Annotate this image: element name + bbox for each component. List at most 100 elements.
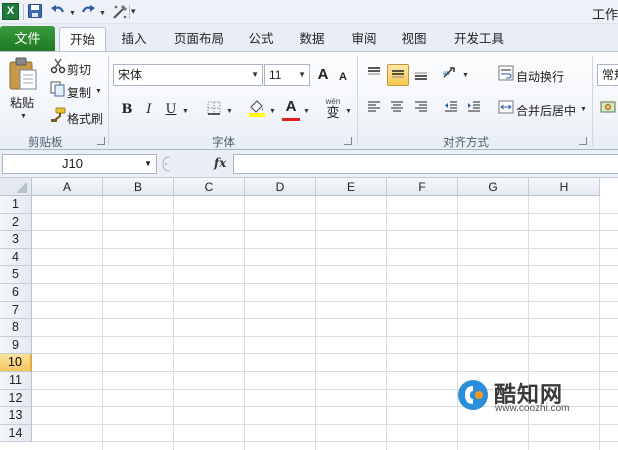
merge-center-icon[interactable] xyxy=(496,99,516,119)
paste-icon[interactable] xyxy=(6,56,40,92)
cut-icon[interactable] xyxy=(48,58,68,78)
font-launcher-icon[interactable] xyxy=(344,137,352,145)
align-middle-icon[interactable] xyxy=(387,64,409,86)
decrease-indent-icon[interactable] xyxy=(441,99,461,119)
accounting-format-icon[interactable] xyxy=(598,99,618,119)
borders-dropdown-icon[interactable]: ▼ xyxy=(226,108,233,115)
borders-icon[interactable] xyxy=(204,100,224,120)
align-left-icon[interactable] xyxy=(364,99,384,119)
redo-icon[interactable] xyxy=(80,3,96,20)
tab-view[interactable]: 视图 xyxy=(393,27,435,51)
row-header-14[interactable]: 14 xyxy=(0,424,32,443)
copy-icon[interactable] xyxy=(48,81,68,101)
font-name-dropdown-icon[interactable]: ▼ xyxy=(251,65,259,85)
gridline-horizontal xyxy=(32,283,618,284)
align-top-icon[interactable] xyxy=(364,65,384,85)
column-header-h[interactable]: H xyxy=(529,178,600,196)
gridline-vertical xyxy=(244,196,245,450)
customize-qat-dropdown-icon[interactable]: ▾ xyxy=(131,6,136,17)
row-header-6[interactable]: 6 xyxy=(0,284,32,302)
increase-indent-icon[interactable] xyxy=(464,99,484,119)
tab-formulas[interactable]: 公式 xyxy=(240,27,282,51)
grow-font-icon[interactable]: A xyxy=(313,65,333,85)
align-right-icon[interactable] xyxy=(411,99,431,119)
qat-separator xyxy=(129,5,130,19)
tab-developer[interactable]: 开发工具 xyxy=(446,27,512,51)
tab-data[interactable]: 数据 xyxy=(291,27,333,51)
copy-dropdown-icon[interactable]: ▼ xyxy=(95,88,102,95)
font-size-combo[interactable]: 11 ▼ xyxy=(264,64,310,86)
wrap-text-icon[interactable] xyxy=(496,65,516,85)
redo-dropdown-icon[interactable]: ▼ xyxy=(99,10,106,17)
shrink-font-icon[interactable]: A xyxy=(333,67,353,87)
tab-page-layout[interactable]: 页面布局 xyxy=(165,27,233,51)
column-header-c[interactable]: C xyxy=(174,178,245,196)
tab-file[interactable]: 文件 xyxy=(0,26,55,51)
alignment-launcher-icon[interactable] xyxy=(579,137,587,145)
copy-button[interactable]: 复制 xyxy=(67,84,91,101)
clipboard-launcher-icon[interactable] xyxy=(97,137,105,145)
select-all-corner[interactable] xyxy=(0,178,32,196)
fill-color-dropdown-icon[interactable]: ▼ xyxy=(269,108,276,115)
undo-icon[interactable] xyxy=(50,3,66,20)
align-center-icon[interactable] xyxy=(387,99,407,119)
paste-dropdown-icon[interactable]: ▼ xyxy=(20,113,27,120)
tab-review[interactable]: 审阅 xyxy=(343,27,385,51)
name-box-dropdown-icon[interactable]: ▼ xyxy=(144,155,152,173)
row-header-9[interactable]: 9 xyxy=(0,336,32,355)
orientation-dropdown-icon[interactable]: ▼ xyxy=(462,72,469,79)
name-box[interactable]: J10 ▼ xyxy=(2,154,157,174)
font-color-dropdown-icon[interactable]: ▼ xyxy=(303,108,310,115)
format-painter-icon[interactable] xyxy=(48,107,68,127)
tab-insert[interactable]: 插入 xyxy=(112,27,156,51)
column-header-d[interactable]: D xyxy=(245,178,316,196)
underline-button[interactable]: U xyxy=(161,100,181,120)
italic-button[interactable]: I xyxy=(139,100,159,120)
row-header-5[interactable]: 5 xyxy=(0,266,32,284)
formula-bar-splitter-icon[interactable] xyxy=(160,155,180,173)
gridline-horizontal xyxy=(32,265,618,267)
merge-center-dropdown-icon[interactable]: ▼ xyxy=(580,106,587,113)
row-header-1[interactable]: 1 xyxy=(0,196,32,214)
insert-function-icon[interactable]: fx xyxy=(214,156,226,170)
number-format-combo[interactable]: 常规 xyxy=(597,64,618,86)
row-header-11[interactable]: 11 xyxy=(0,372,32,390)
formula-input[interactable] xyxy=(233,154,618,174)
row-header-12[interactable]: 12 xyxy=(0,389,32,408)
row-header-8[interactable]: 8 xyxy=(0,319,32,337)
undo-dropdown-icon[interactable]: ▼ xyxy=(69,10,76,17)
cut-button[interactable]: 剪切 xyxy=(67,61,91,78)
paste-button[interactable]: 粘贴 xyxy=(10,94,34,111)
tab-home[interactable]: 开始 xyxy=(59,27,106,51)
row-header-3[interactable]: 3 xyxy=(0,231,32,249)
orientation-icon[interactable]: ab xyxy=(441,65,461,85)
fill-color-icon[interactable] xyxy=(247,98,267,118)
underline-dropdown-icon[interactable]: ▼ xyxy=(182,108,189,115)
font-color-icon[interactable]: A xyxy=(281,97,301,117)
group-separator xyxy=(357,56,358,146)
phonetic-dropdown-icon[interactable]: ▼ xyxy=(345,108,352,115)
row-header-7[interactable]: 7 xyxy=(0,301,32,320)
column-header-f[interactable]: F xyxy=(387,178,458,196)
excel-logo-icon[interactable]: X xyxy=(2,3,19,20)
column-header-a[interactable]: A xyxy=(32,178,103,196)
column-header-b[interactable]: B xyxy=(103,178,174,196)
row-header-13[interactable]: 13 xyxy=(0,407,32,425)
column-header-g[interactable]: G xyxy=(458,178,529,196)
bold-button[interactable]: B xyxy=(117,100,137,120)
row-header-10[interactable]: 10 xyxy=(0,354,32,372)
align-bottom-icon[interactable] xyxy=(411,65,431,85)
save-icon[interactable] xyxy=(27,3,43,20)
font-size-dropdown-icon[interactable]: ▼ xyxy=(298,65,306,85)
row-header-4[interactable]: 4 xyxy=(0,248,32,267)
merge-center-button[interactable]: 合并后居中 xyxy=(516,102,576,119)
format-painter-button[interactable]: 格式刷 xyxy=(67,110,103,127)
gridline-horizontal xyxy=(32,441,618,443)
row-header-2[interactable]: 2 xyxy=(0,213,32,232)
phonetic-icon[interactable]: wén 变 xyxy=(322,98,344,122)
customize-icon[interactable] xyxy=(111,3,128,20)
column-header-e[interactable]: E xyxy=(316,178,387,196)
font-name-combo[interactable]: 宋体 ▼ xyxy=(113,64,263,86)
gridline-horizontal xyxy=(32,335,618,337)
wrap-text-button[interactable]: 自动换行 xyxy=(516,68,564,85)
